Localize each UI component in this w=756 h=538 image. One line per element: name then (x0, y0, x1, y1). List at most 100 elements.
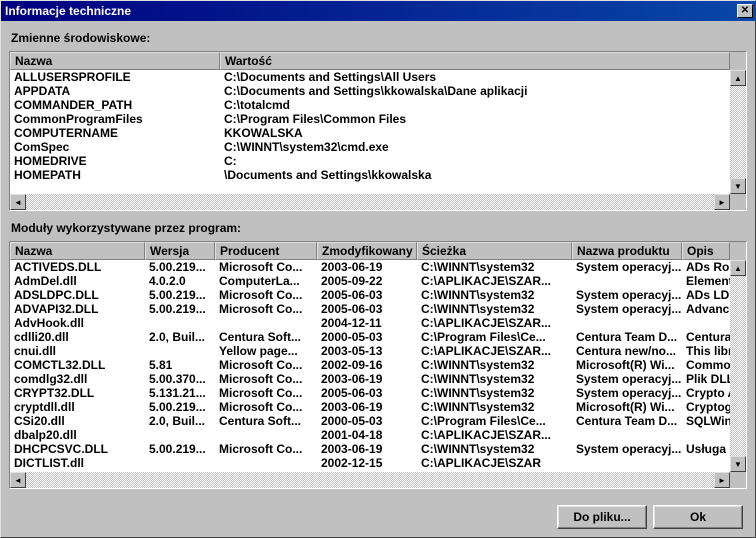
mod-prodname-cell: Centura new/no... (572, 344, 682, 358)
env-value-cell: \Documents and Settings\kkowalska (220, 168, 746, 182)
mod-producer-cell: Microsoft Co... (215, 400, 317, 414)
close-icon[interactable]: ✕ (737, 4, 753, 18)
window-title: Informacje techniczne (5, 4, 737, 18)
env-panel: Nazwa Wartość ALLUSERSPROFILEC:\Document… (9, 51, 747, 211)
table-row[interactable]: HOMEDRIVEC: (10, 154, 746, 168)
mod-modified-cell: 2005-06-03 (317, 386, 417, 400)
mod-version-cell (145, 316, 215, 330)
scroll-down-icon[interactable]: ▼ (730, 178, 746, 194)
mod-path-cell: C:\Program Files\Ce... (417, 330, 572, 344)
mod-producer-cell: Microsoft Co... (215, 442, 317, 456)
table-row[interactable]: HOMEPATH\Documents and Settings\kkowalsk… (10, 168, 746, 182)
mod-modified-cell: 2005-06-03 (317, 302, 417, 316)
env-header-name[interactable]: Nazwa (10, 52, 220, 70)
mod-name-cell: comdlg32.dll (10, 372, 145, 386)
body: Zmienne środowiskowe: Nazwa Wartość ALLU… (1, 21, 755, 537)
scroll-up-icon[interactable]: ▲ (730, 260, 746, 276)
env-section-label: Zmienne środowiskowe: (11, 31, 747, 45)
mod-path-cell: C:\Program Files\Ce... (417, 414, 572, 428)
mod-producer-cell: Yellow page... (215, 344, 317, 358)
env-name-cell: ComSpec (10, 140, 220, 154)
titlebar: Informacje techniczne ✕ (1, 1, 755, 21)
mod-name-cell: cdlli20.dll (10, 330, 145, 344)
mod-name-cell: cnui.dll (10, 344, 145, 358)
table-row[interactable]: ACTIVEDS.DLL5.00.219...Microsoft Co...20… (10, 260, 746, 274)
mod-header-modified[interactable]: Zmodyfikowany (317, 242, 417, 260)
scroll-right-icon[interactable]: ► (714, 472, 730, 488)
mod-path-cell: C:\WINNT\system32 (417, 442, 572, 456)
scroll-up-icon[interactable]: ▲ (730, 70, 746, 86)
ok-button[interactable]: Ok (653, 505, 743, 529)
mod-version-cell: 5.00.219... (145, 260, 215, 274)
mod-producer-cell (215, 456, 317, 470)
mod-header-desc[interactable]: Opis (682, 242, 730, 260)
mod-version-cell: 5.00.219... (145, 400, 215, 414)
table-row[interactable]: cnui.dllYellow page...2003-05-13C:\APLIK… (10, 344, 746, 358)
mod-path-cell: C:\APLIKACJE\SZAR... (417, 344, 572, 358)
mod-header-producer[interactable]: Producent (215, 242, 317, 260)
scroll-down-icon[interactable]: ▼ (730, 456, 746, 472)
mod-header-path[interactable]: Ścieżka (417, 242, 572, 260)
table-row[interactable]: CRYPT32.DLL5.131.21...Microsoft Co...200… (10, 386, 746, 400)
mod-prodname-cell: System operacyj... (572, 442, 682, 456)
table-row[interactable]: COMPUTERNAMEKKOWALSKA (10, 126, 746, 140)
mod-name-cell: AdvHook.dll (10, 316, 145, 330)
table-row[interactable]: ADVAPI32.DLL5.00.219...Microsoft Co...20… (10, 302, 746, 316)
mod-modified-cell: 2001-04-18 (317, 428, 417, 442)
table-row[interactable]: DHCPCSVC.DLL5.00.219...Microsoft Co...20… (10, 442, 746, 456)
env-horizontal-scrollbar[interactable]: ◄ ► (10, 194, 730, 210)
env-list[interactable]: ALLUSERSPROFILEC:\Documents and Settings… (10, 70, 746, 182)
mod-path-cell: C:\WINNT\system32 (417, 386, 572, 400)
mod-producer-cell: Centura Soft... (215, 330, 317, 344)
scroll-left-icon[interactable]: ◄ (10, 472, 26, 488)
mod-version-cell: 5.00.370... (145, 372, 215, 386)
scroll-track[interactable] (730, 86, 746, 178)
scroll-track[interactable] (26, 472, 714, 488)
mod-version-cell (145, 456, 215, 470)
table-row[interactable]: cdlli20.dll2.0, Buil...Centura Soft...20… (10, 330, 746, 344)
env-name-cell: ALLUSERSPROFILE (10, 70, 220, 84)
scroll-track[interactable] (730, 276, 746, 456)
table-row[interactable]: ADSLDPC.DLL5.00.219...Microsoft Co...200… (10, 288, 746, 302)
scroll-left-icon[interactable]: ◄ (10, 194, 26, 210)
to-file-button[interactable]: Do pliku... (557, 505, 647, 529)
table-row[interactable]: APPDATAC:\Documents and Settings\kkowals… (10, 84, 746, 98)
mod-version-cell: 5.00.219... (145, 302, 215, 316)
mod-producer-cell: Microsoft Co... (215, 288, 317, 302)
mod-name-cell: ADSLDPC.DLL (10, 288, 145, 302)
table-row[interactable]: ALLUSERSPROFILEC:\Documents and Settings… (10, 70, 746, 84)
env-vertical-scrollbar[interactable]: ▲ ▼ (730, 70, 746, 194)
table-row[interactable]: cryptdll.dll5.00.219...Microsoft Co...20… (10, 400, 746, 414)
mod-path-cell: C:\APLIKACJE\SZAR... (417, 428, 572, 442)
table-row[interactable]: dbalp20.dll2001-04-18C:\APLIKACJE\SZAR..… (10, 428, 746, 442)
modules-list[interactable]: ACTIVEDS.DLL5.00.219...Microsoft Co...20… (10, 260, 746, 474)
env-name-cell: CommonProgramFiles (10, 112, 220, 126)
table-row[interactable]: CommonProgramFilesC:\Program Files\Commo… (10, 112, 746, 126)
table-row[interactable]: AdvHook.dll2004-12-11C:\APLIKACJE\SZAR..… (10, 316, 746, 330)
scroll-track[interactable] (26, 194, 714, 210)
table-row[interactable]: CSi20.dll2.0, Buil...Centura Soft...2000… (10, 414, 746, 428)
mod-vertical-scrollbar[interactable]: ▲ ▼ (730, 260, 746, 472)
mod-producer-cell: Microsoft Co... (215, 260, 317, 274)
env-header-value[interactable]: Wartość (220, 52, 730, 70)
table-row[interactable]: DICTLIST.dll2002-12-15C:\APLIKACJE\SZAR (10, 456, 746, 470)
mod-horizontal-scrollbar[interactable]: ◄ ► (10, 472, 730, 488)
mod-header-prodname[interactable]: Nazwa produktu (572, 242, 682, 260)
table-row[interactable]: ComSpecC:\WINNT\system32\cmd.exe (10, 140, 746, 154)
env-headers: Nazwa Wartość (10, 52, 746, 70)
table-row[interactable]: COMCTL32.DLL5.81Microsoft Co...2002-09-1… (10, 358, 746, 372)
table-row[interactable]: AdmDel.dll4.0.2.0ComputerLa...2005-09-22… (10, 274, 746, 288)
mod-name-cell: DHCPCSVC.DLL (10, 442, 145, 456)
mod-path-cell: C:\APLIKACJE\SZAR (417, 456, 572, 470)
mod-header-version[interactable]: Wersja (145, 242, 215, 260)
mod-header-name[interactable]: Nazwa (10, 242, 145, 260)
env-value-cell: C:\WINNT\system32\cmd.exe (220, 140, 746, 154)
table-row[interactable]: COMMANDER_PATHC:\totalcmd (10, 98, 746, 112)
mod-modified-cell: 2003-06-19 (317, 442, 417, 456)
table-row[interactable]: comdlg32.dll5.00.370...Microsoft Co...20… (10, 372, 746, 386)
env-name-cell: COMPUTERNAME (10, 126, 220, 140)
mod-prodname-cell: System operacyj... (572, 260, 682, 274)
env-value-cell: C:\Program Files\Common Files (220, 112, 746, 126)
mod-modified-cell: 2004-12-11 (317, 316, 417, 330)
scroll-right-icon[interactable]: ► (714, 194, 730, 210)
